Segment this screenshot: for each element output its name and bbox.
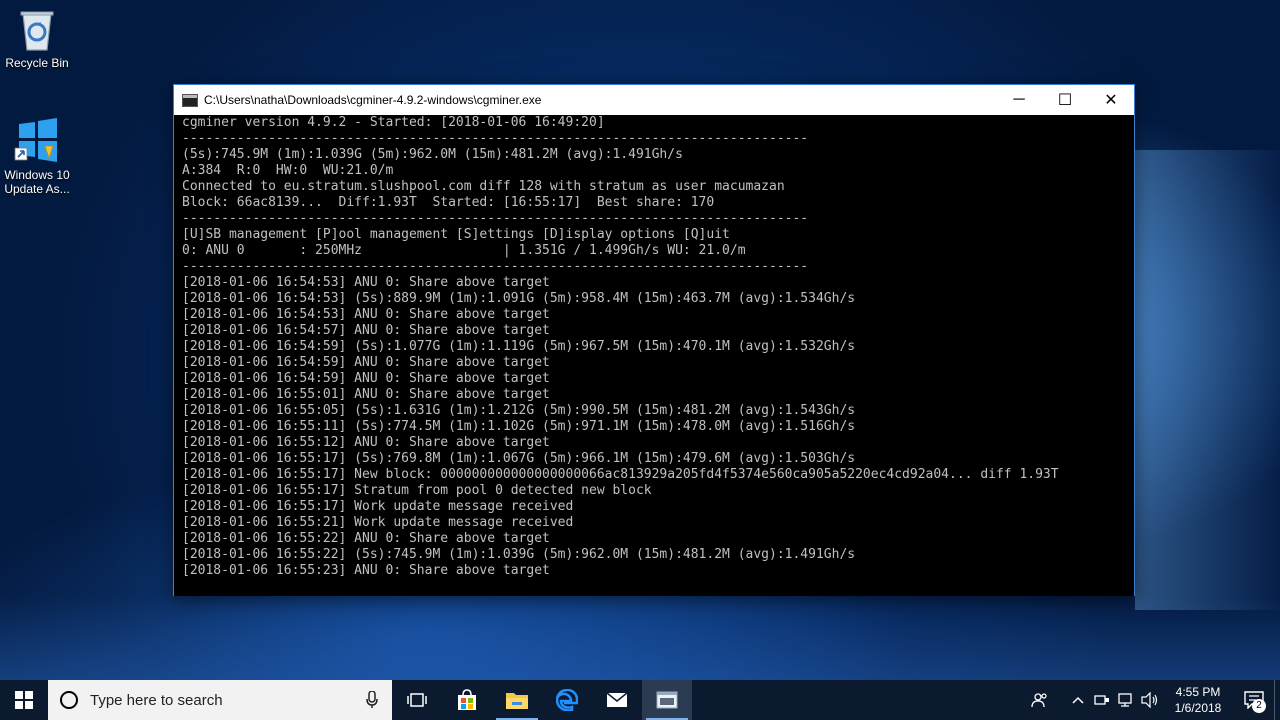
network-icon[interactable] — [1114, 680, 1138, 720]
desktop-icon-windows-update-assistant[interactable]: Windows 10 Update As... — [0, 116, 74, 196]
console-line: ----------------------------------------… — [182, 131, 809, 146]
system-tray: 4:55 PM 1/6/2018 2 — [1028, 680, 1280, 720]
console-line: [2018-01-06 16:55:05] (5s):1.631G (1m):1… — [182, 403, 856, 418]
window-titlebar[interactable]: C:\Users\natha\Downloads\cgminer-4.9.2-w… — [174, 85, 1134, 115]
taskbar-clock[interactable]: 4:55 PM 1/6/2018 — [1162, 684, 1234, 716]
console-line: [2018-01-06 16:55:17] New block: 0000000… — [182, 467, 1059, 482]
console-line: (5s):745.9M (1m):1.039G (5m):962.0M (15m… — [182, 147, 683, 162]
console-line: [2018-01-06 16:55:12] ANU 0: Share above… — [182, 435, 550, 450]
console-line: [2018-01-06 16:55:17] Stratum from pool … — [182, 483, 652, 498]
taskbar-search-box[interactable]: Type here to search — [48, 680, 392, 720]
store-bag-icon — [458, 689, 476, 710]
console-line: [2018-01-06 16:55:23] ANU 0: Share above… — [182, 563, 550, 578]
console-window-icon — [656, 691, 678, 709]
console-line: [2018-01-06 16:54:53] ANU 0: Share above… — [182, 307, 550, 322]
windows-logo-icon — [14, 118, 57, 162]
console-line: [2018-01-06 16:55:21] Work update messag… — [182, 515, 574, 530]
show-hidden-icons-chevron-icon[interactable] — [1066, 680, 1090, 720]
notification-count-badge: 2 — [1252, 699, 1266, 713]
console-line: [2018-01-06 16:54:59] ANU 0: Share above… — [182, 355, 550, 370]
console-line: [2018-01-06 16:55:01] ANU 0: Share above… — [182, 387, 550, 402]
desktop-icon-recycle-bin[interactable]: Recycle Bin — [0, 6, 74, 70]
console-output[interactable]: cgminer version 4.9.2 - Started: [2018-0… — [174, 115, 1134, 596]
clock-date: 1/6/2018 — [1174, 701, 1222, 715]
window-title: C:\Users\natha\Downloads\cgminer-4.9.2-w… — [204, 93, 542, 107]
people-icon[interactable] — [1028, 680, 1052, 720]
task-view-icon — [407, 693, 427, 707]
console-line: [2018-01-06 16:55:22] ANU 0: Share above… — [182, 531, 550, 546]
console-line: ----------------------------------------… — [182, 259, 809, 274]
taskbar-mail-button[interactable] — [592, 680, 642, 720]
volume-icon[interactable] — [1138, 680, 1162, 720]
show-desktop-button[interactable] — [1274, 680, 1280, 720]
task-view-button[interactable] — [392, 680, 442, 720]
taskbar-cgminer-button[interactable] — [642, 680, 692, 720]
console-app-icon — [182, 93, 198, 107]
console-line: [2018-01-06 16:54:59] ANU 0: Share above… — [182, 371, 550, 386]
console-line: [2018-01-06 16:55:11] (5s):774.5M (1m):1… — [182, 419, 856, 434]
console-line: [U]SB management [P]ool management [S]et… — [182, 227, 730, 242]
taskbar: Type here to search 4:55 PM 1/6/2018 2 — [0, 680, 1280, 720]
folder-icon — [506, 693, 528, 709]
minimize-button[interactable]: ─ — [996, 85, 1042, 115]
windows-start-icon — [15, 691, 33, 709]
microphone-icon[interactable] — [352, 691, 392, 709]
desktop-icon-label: Windows 10 Update As... — [4, 168, 70, 196]
console-line: 0: ANU 0 : 250MHz | 1.351G / 1.499Gh/s W… — [182, 243, 746, 258]
desktop-icon-label: Recycle Bin — [5, 56, 69, 70]
console-line: [2018-01-06 16:54:53] ANU 0: Share above… — [182, 275, 550, 290]
usb-device-icon[interactable] — [1090, 680, 1114, 720]
desktop-light-beam — [1135, 150, 1280, 610]
start-button[interactable] — [0, 680, 48, 720]
console-line: [2018-01-06 16:55:22] (5s):745.9M (1m):1… — [182, 547, 856, 562]
console-line: cgminer version 4.9.2 - Started: [2018-0… — [182, 115, 605, 130]
desktop-light-glow — [0, 596, 1280, 680]
clock-time: 4:55 PM — [1175, 685, 1221, 699]
taskbar-file-explorer-button[interactable] — [492, 680, 542, 720]
close-button[interactable]: ✕ — [1088, 85, 1134, 115]
console-line: [2018-01-06 16:54:53] (5s):889.9M (1m):1… — [182, 291, 856, 306]
taskbar-store-button[interactable] — [442, 680, 492, 720]
search-placeholder: Type here to search — [90, 691, 223, 709]
maximize-button[interactable]: ☐ — [1042, 85, 1088, 115]
console-line: A:384 R:0 HW:0 WU:21.0/m — [182, 163, 394, 178]
action-center-button[interactable]: 2 — [1234, 680, 1274, 720]
cgminer-console-window[interactable]: C:\Users\natha\Downloads\cgminer-4.9.2-w… — [173, 84, 1135, 596]
taskbar-edge-button[interactable] — [542, 680, 592, 720]
console-line: [2018-01-06 16:54:59] (5s):1.077G (1m):1… — [182, 339, 856, 354]
console-line: ----------------------------------------… — [182, 211, 809, 226]
cortana-icon — [60, 691, 78, 709]
recycle-bin-icon — [20, 11, 54, 51]
console-line: [2018-01-06 16:55:17] (5s):769.8M (1m):1… — [182, 451, 856, 466]
console-line: Connected to eu.stratum.slushpool.com di… — [182, 179, 785, 194]
console-line: [2018-01-06 16:55:17] Work update messag… — [182, 499, 574, 514]
console-line: [2018-01-06 16:54:57] ANU 0: Share above… — [182, 323, 550, 338]
console-line: Block: 66ac8139... Diff:1.93T Started: [… — [182, 195, 715, 210]
mail-icon — [606, 692, 628, 707]
edge-browser-icon — [556, 689, 578, 711]
